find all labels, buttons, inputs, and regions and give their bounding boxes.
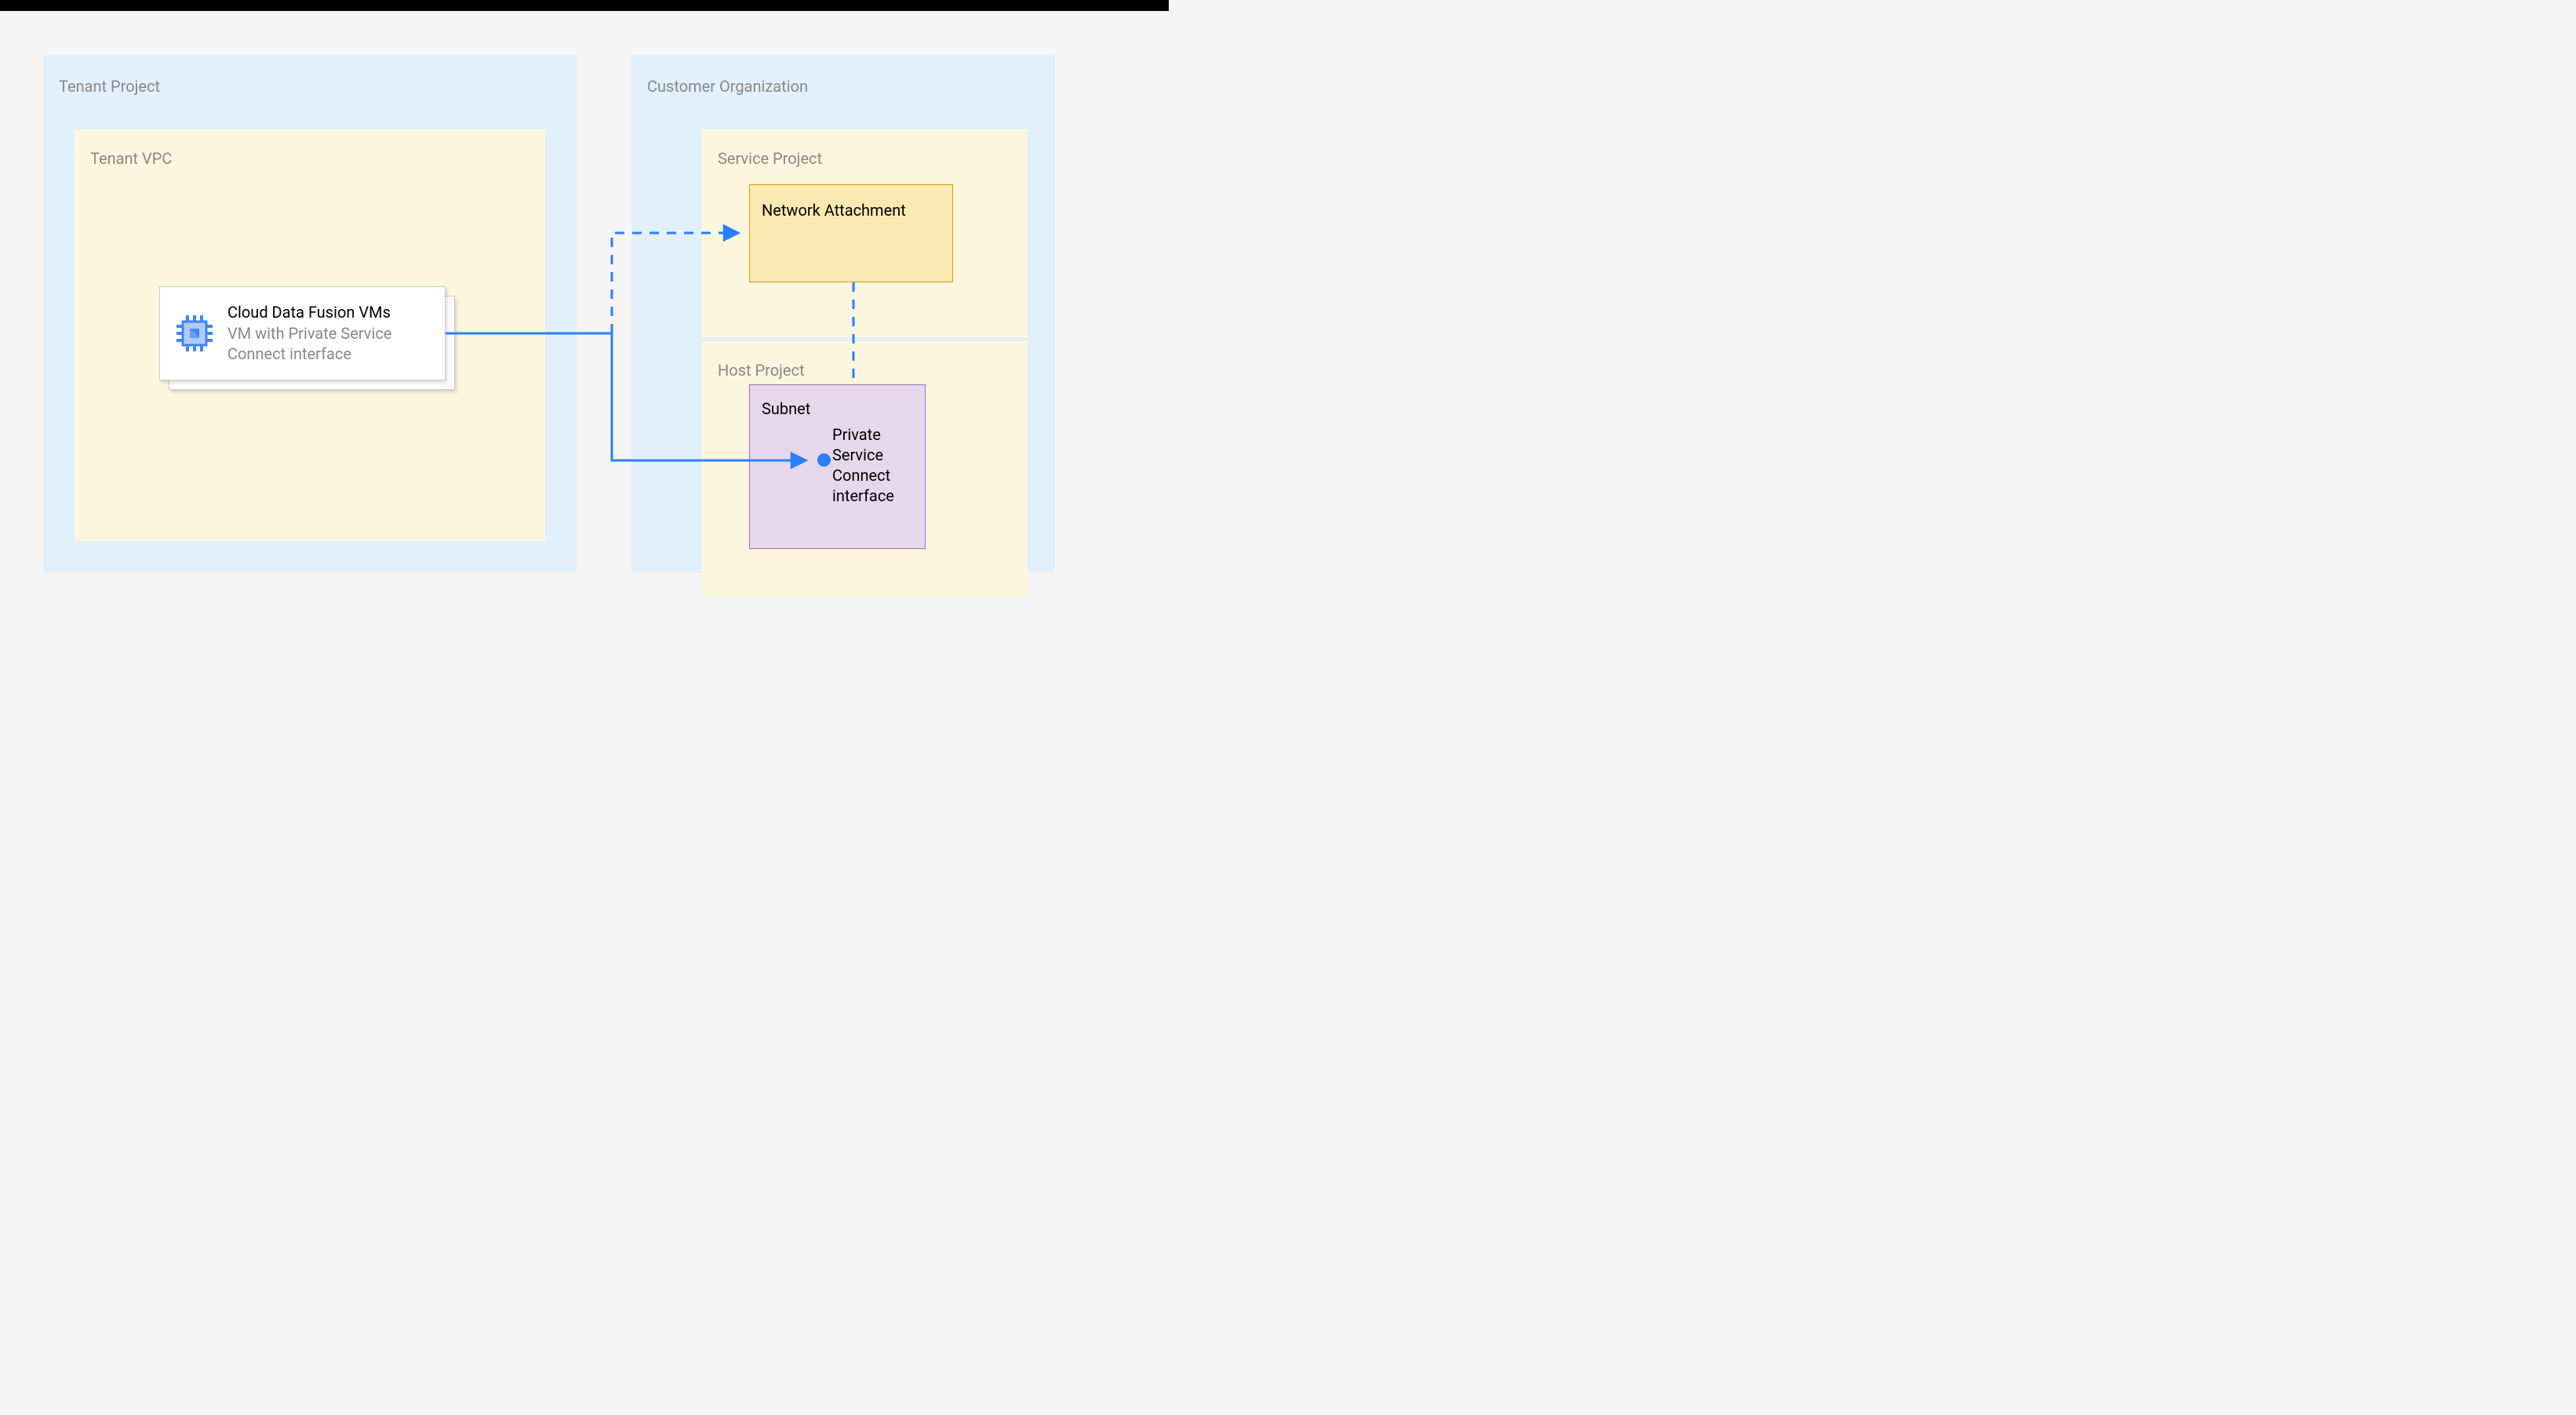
subnet-box: Subnet Private Service Connect interface — [749, 384, 926, 549]
compute-engine-icon — [174, 313, 215, 354]
psc-interface-label: Private Service Connect interface — [832, 424, 911, 506]
vm-title: Cloud Data Fusion VMs — [227, 303, 431, 322]
host-project-label: Host Project — [718, 361, 805, 380]
customer-org-container: Customer Organization Service Project Ne… — [631, 55, 1055, 573]
network-attachment-label: Network Attachment — [762, 201, 906, 220]
host-project-container: Host Project Subnet Private Service Conn… — [702, 341, 1028, 596]
tenant-project-label: Tenant Project — [59, 77, 160, 96]
service-project-container: Service Project Network Attachment — [702, 129, 1028, 337]
subnet-label: Subnet — [762, 399, 810, 418]
vm-box: Cloud Data Fusion VMs VM with Private Se… — [159, 286, 446, 380]
customer-org-label: Customer Organization — [647, 77, 808, 96]
service-project-label: Service Project — [718, 149, 822, 168]
vm-text-block: Cloud Data Fusion VMs VM with Private Se… — [227, 303, 431, 364]
tenant-vpc-container: Tenant VPC — [75, 129, 545, 541]
network-attachment-box: Network Attachment — [749, 184, 953, 282]
psc-interface-dot — [817, 453, 831, 467]
top-black-bar — [0, 0, 1169, 11]
vm-subtitle: VM with Private Service Connect interfac… — [227, 323, 431, 364]
tenant-vpc-label: Tenant VPC — [90, 149, 172, 168]
tenant-project-container: Tenant Project Tenant VPC — [43, 55, 577, 573]
